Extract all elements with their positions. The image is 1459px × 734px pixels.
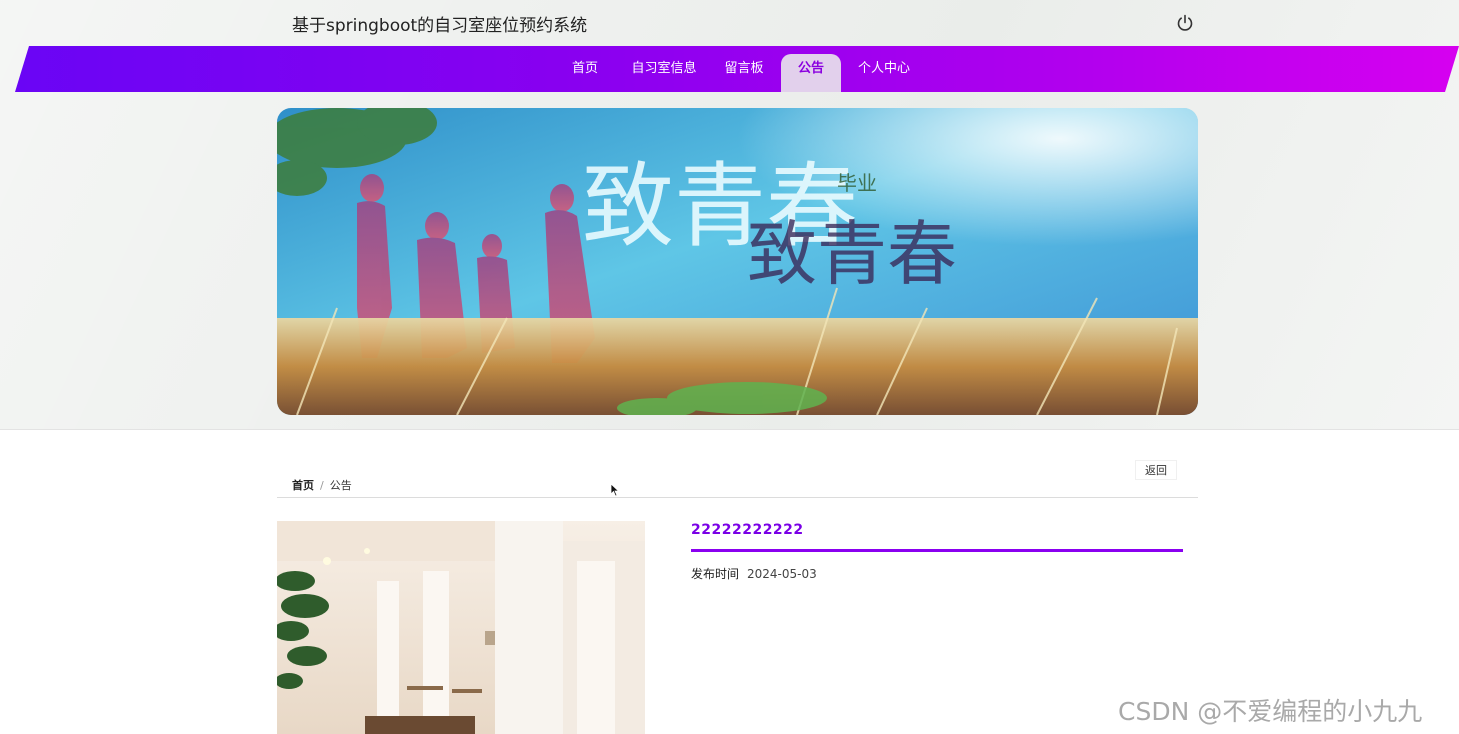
breadcrumb: 首页 / 公告 [292,477,352,493]
back-button[interactable]: 返回 [1135,460,1177,480]
nav-items: 首页 自习室信息 留言板 公告 个人中心 [0,46,1459,92]
banner-tag: 毕业 [837,171,877,195]
breadcrumb-home[interactable]: 首页 [292,479,314,492]
power-icon[interactable] [1176,14,1194,32]
hero-banner: 致青春 致青春 毕业 [277,108,1198,415]
notice-image [277,521,645,734]
breadcrumb-separator: / [320,479,324,492]
banner-image: 致青春 致青春 毕业 [277,108,1198,415]
nav-item-message-board[interactable]: 留言板 [716,54,772,92]
breadcrumb-current: 公告 [329,479,352,492]
notice-title-underline [691,549,1183,552]
notice-title: 22222222222 [691,522,804,538]
watermark: CSDN @不爱编程的小九九 [1118,697,1423,726]
publish-label: 发布时间 [691,567,740,581]
publish-info: 发布时间 2024-05-03 [691,565,817,582]
publish-date: 2024-05-03 [747,567,817,581]
site-title: 基于springboot的自习室座位预约系统 [292,16,588,36]
mouse-cursor-icon [610,483,620,497]
banner-subheadline: 致青春 [747,213,957,295]
nav-item-home[interactable]: 首页 [564,54,606,92]
nav-item-study-room-info[interactable]: 自习室信息 [624,54,704,92]
nav-item-personal-center[interactable]: 个人中心 [852,54,916,92]
content-divider [277,497,1198,498]
study-room-photo [277,521,645,734]
nav-item-announcement[interactable]: 公告 [781,54,841,92]
